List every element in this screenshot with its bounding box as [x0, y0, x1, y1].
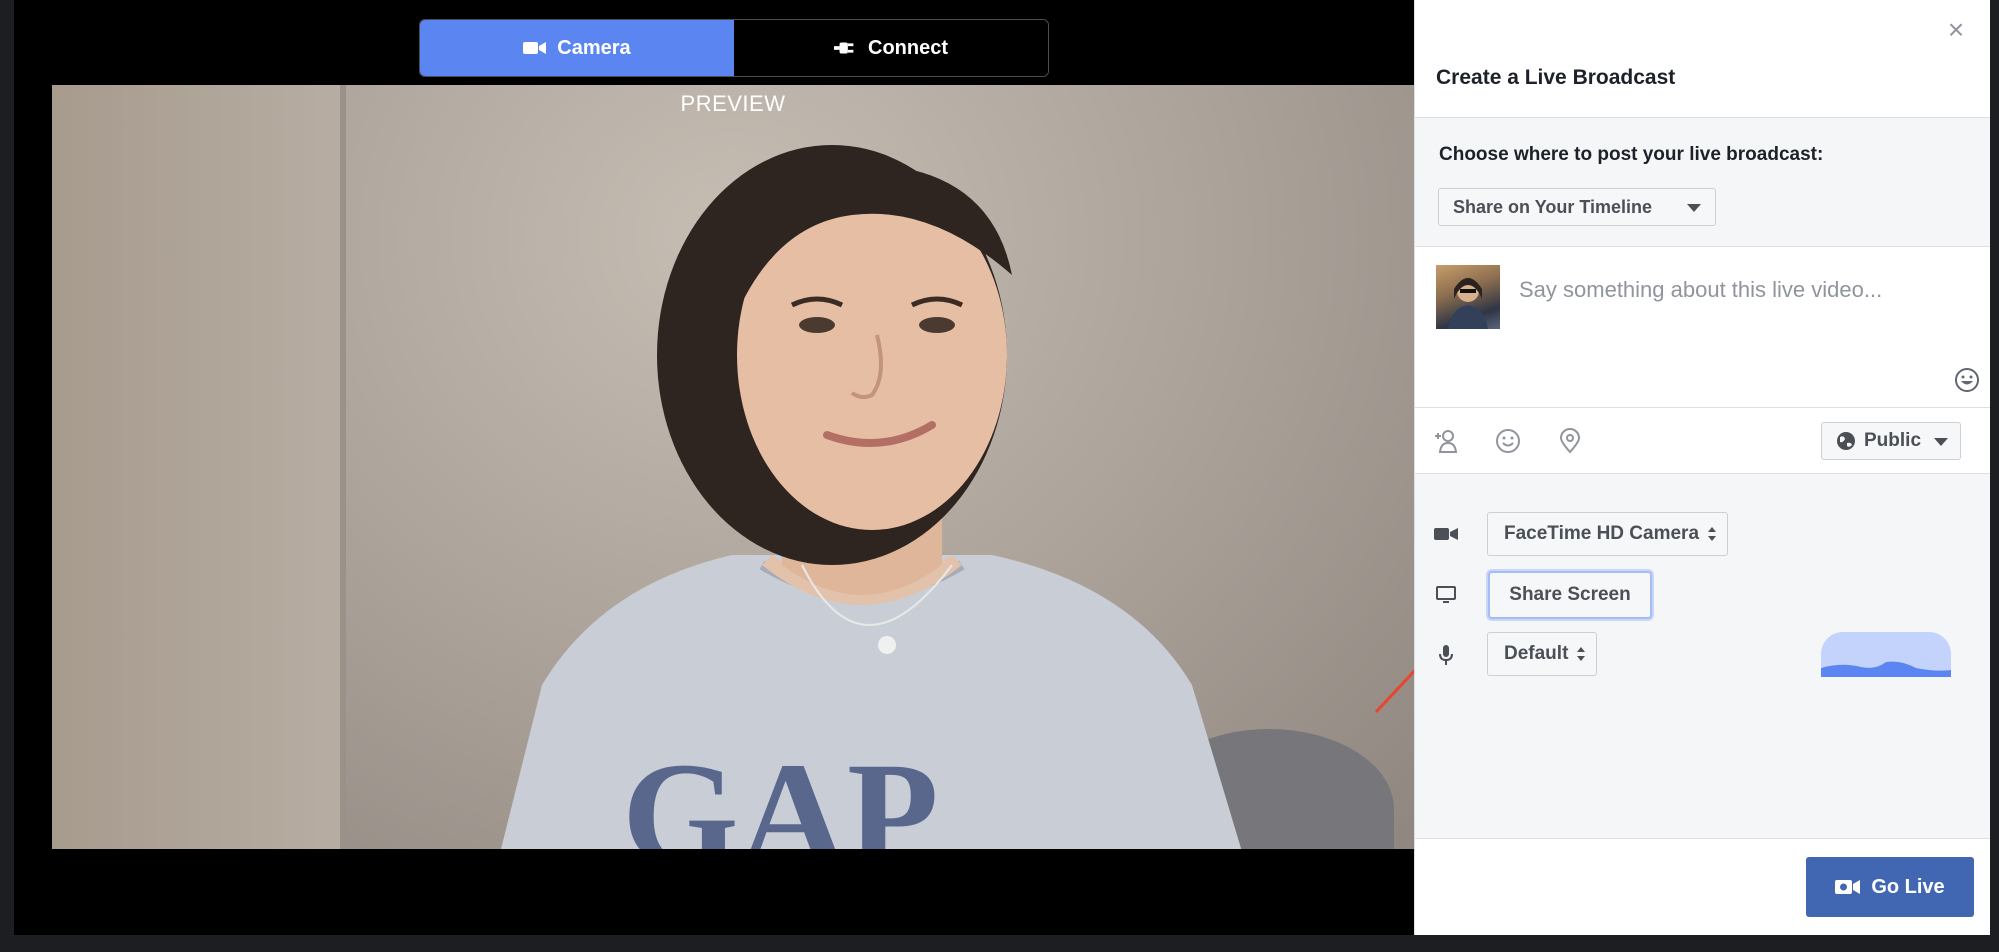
live-camera-icon [1835, 880, 1861, 894]
monitor-icon [1436, 586, 1456, 603]
updown-arrows-icon [1708, 527, 1717, 541]
panel-header: × Create a Live Broadcast [1415, 0, 1990, 118]
chevron-down-icon [1687, 204, 1701, 212]
svg-text:GAP: GAP [622, 732, 939, 849]
broadcast-panel: × Create a Live Broadcast Choose where t… [1414, 0, 1990, 935]
panel-footer: Go Live [1415, 838, 1990, 935]
emoji-icon[interactable] [1954, 367, 1980, 393]
share-target-value: Share on Your Timeline [1453, 196, 1653, 217]
close-icon[interactable]: × [1944, 16, 1968, 44]
share-screen-label: Share Screen [1509, 584, 1631, 605]
share-screen-button[interactable]: Share Screen [1488, 571, 1652, 619]
video-camera-icon [523, 42, 547, 54]
audio-level-meter [1821, 632, 1951, 677]
camera-source-value: FaceTime HD Camera [1504, 523, 1700, 544]
preview-label: PREVIEW [680, 91, 786, 116]
microphone-source-select[interactable]: Default [1487, 632, 1598, 676]
avatar [1436, 265, 1500, 329]
connect-mode-button[interactable]: Connect [734, 20, 1048, 76]
video-camera-icon [1434, 528, 1458, 540]
mode-toggle: Camera Connect [419, 19, 1049, 77]
updown-arrows-icon [1577, 647, 1586, 661]
preview-wall-corner [340, 85, 346, 849]
share-target-dropdown[interactable]: Share on Your Timeline [1438, 188, 1716, 226]
go-live-button[interactable]: Go Live [1806, 857, 1974, 917]
post-where-label: Choose where to post your live broadcast… [1439, 144, 1824, 165]
compose-toolbar: Public [1415, 408, 1990, 474]
location-pin-icon[interactable] [1557, 428, 1583, 454]
go-live-label: Go Live [1871, 875, 1945, 898]
camera-preview: GAP PREVIEW [52, 85, 1414, 849]
tag-friends-icon[interactable] [1433, 428, 1459, 454]
broadcast-stage: Camera Connect GAP PREVIEW × Create a Li… [14, 0, 1990, 935]
panel-title: Create a Live Broadcast [1436, 66, 1676, 89]
preview-wall [52, 85, 342, 849]
audience-dropdown[interactable]: Public [1821, 422, 1961, 460]
compose-area [1415, 246, 1990, 408]
microphone-source-value: Default [1504, 643, 1569, 664]
audience-value: Public [1864, 430, 1922, 451]
compose-input[interactable] [1519, 277, 1959, 303]
camera-mode-button[interactable]: Camera [420, 20, 734, 76]
feeling-icon[interactable] [1495, 428, 1521, 454]
preview-person: GAP [501, 145, 1242, 849]
microphone-icon [1439, 645, 1453, 665]
chevron-down-icon [1934, 438, 1948, 446]
camera-source-select[interactable]: FaceTime HD Camera [1487, 512, 1729, 556]
plug-icon [834, 42, 854, 54]
connect-mode-label: Connect [868, 36, 948, 59]
camera-mode-label: Camera [557, 36, 631, 59]
globe-icon [1837, 432, 1855, 450]
